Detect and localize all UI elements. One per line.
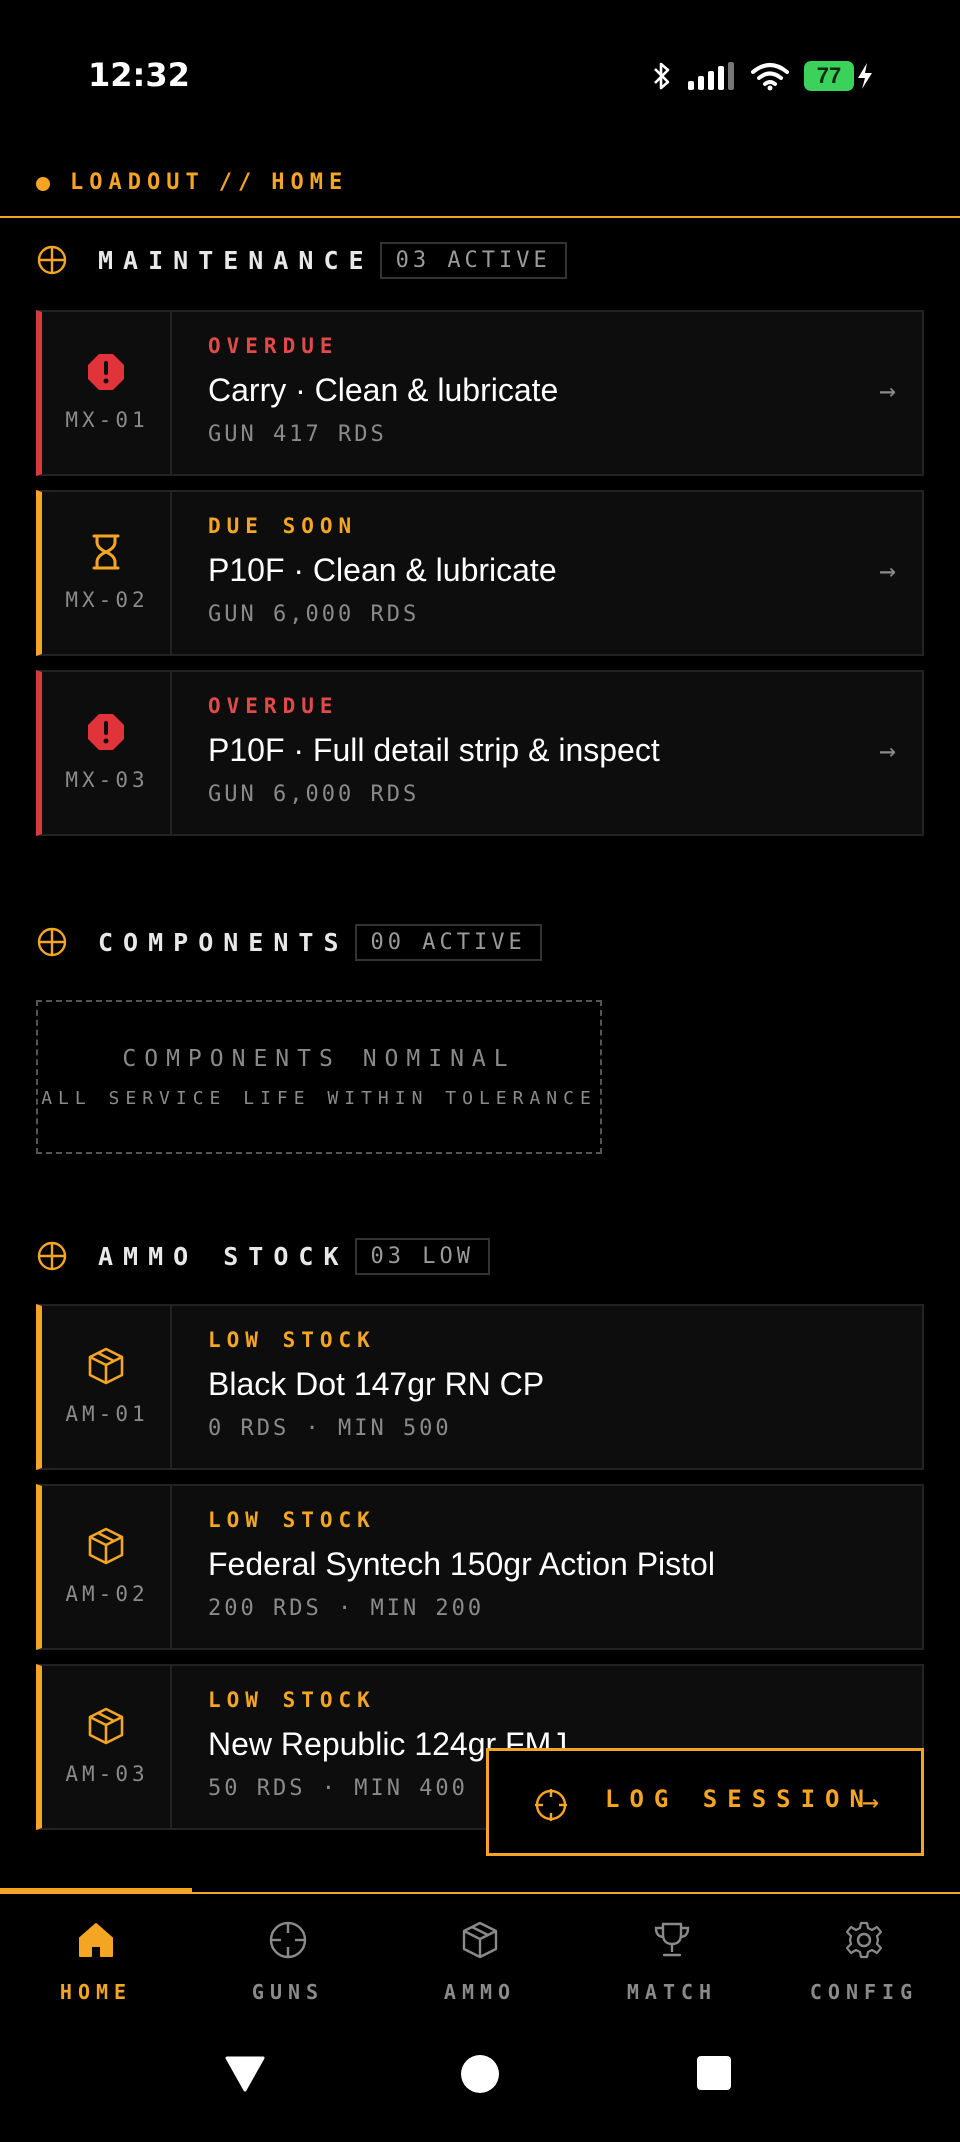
clock: 12:32 xyxy=(88,56,190,94)
nav-tab-home[interactable]: HOME xyxy=(0,1894,192,2024)
breadcrumb-app: LOADOUT xyxy=(70,170,205,195)
card-status: LOW STOCK xyxy=(208,1508,376,1532)
signal-icon xyxy=(688,62,734,90)
alert-octagon-icon xyxy=(88,714,124,750)
card-status: OVERDUE xyxy=(208,334,339,358)
wifi-icon xyxy=(751,63,789,91)
card-id: AM-02 xyxy=(65,1582,149,1606)
breadcrumb: LOADOUT // HOME xyxy=(70,170,348,195)
log-session-button[interactable]: LOG SESSION → xyxy=(486,1748,924,1856)
card-title: Federal Syntech 150gr Action Pistol xyxy=(208,1546,715,1582)
card-title: P10F · Full detail strip & inspect xyxy=(208,732,660,768)
card-meta: 200 RDS · MIN 200 xyxy=(208,1596,485,1621)
card-id: AM-03 xyxy=(65,1762,149,1786)
components-section-header: COMPONENTS 00 ACTIVE xyxy=(36,920,542,964)
card-title: Carry · Clean & lubricate xyxy=(208,372,559,408)
bluetooth-icon xyxy=(654,62,670,90)
card-meta: 50 RDS · MIN 400 xyxy=(208,1776,468,1801)
card-id: MX-02 xyxy=(65,588,149,612)
crosshair-icon xyxy=(37,1241,67,1271)
alert-octagon-icon xyxy=(88,354,124,390)
card-meta: GUN 417 RDS xyxy=(208,422,387,447)
crosshair-icon xyxy=(37,927,67,957)
ammo-card[interactable]: AM-02 LOW STOCK Federal Syntech 150gr Ac… xyxy=(36,1484,924,1650)
section-title-ammo: AMMO STOCK xyxy=(98,1241,349,1271)
box-icon xyxy=(88,1707,124,1745)
card-meta: GUN 6,000 RDS xyxy=(208,602,420,627)
status-icons: 77 xyxy=(652,58,874,94)
section-title-components: COMPONENTS xyxy=(98,927,349,957)
card-title: Black Dot 147gr RN CP xyxy=(208,1366,545,1402)
back-triangle-icon[interactable] xyxy=(224,2054,266,2094)
card-status: OVERDUE xyxy=(208,694,339,718)
card-id: AM-01 xyxy=(65,1402,149,1426)
box-icon xyxy=(88,1347,124,1385)
app-header: LOADOUT // HOME xyxy=(0,170,960,218)
section-badge-ammo: 03 LOW xyxy=(354,1237,490,1275)
nav-tab-match[interactable]: MATCH xyxy=(576,1894,768,2024)
maintenance-card[interactable]: MX-01 OVERDUE Carry · Clean & lubricate … xyxy=(36,310,924,476)
log-session-label: LOG SESSION xyxy=(605,1785,874,1813)
recents-square-icon[interactable] xyxy=(696,2055,732,2091)
nav-tab-config[interactable]: CONFIG xyxy=(768,1894,960,2024)
card-status: LOW STOCK xyxy=(208,1688,376,1712)
card-status: LOW STOCK xyxy=(208,1328,376,1352)
section-title-maintenance: MAINTENANCE xyxy=(98,245,374,275)
ammo-card[interactable]: AM-01 LOW STOCK Black Dot 147gr RN CP 0 … xyxy=(36,1304,924,1470)
card-id-column: MX-01 xyxy=(42,312,172,474)
arrow-right-icon: → xyxy=(879,374,896,407)
arrow-right-icon: → xyxy=(862,1785,879,1818)
nav-tab-ammo[interactable]: AMMO xyxy=(384,1894,576,2024)
card-id-column: MX-03 xyxy=(42,672,172,834)
battery-indicator: 77 xyxy=(804,61,854,91)
arrow-right-icon: → xyxy=(879,734,896,767)
hourglass-icon xyxy=(92,534,120,570)
empty-state-title: COMPONENTS NOMINAL xyxy=(122,1046,516,1072)
breadcrumb-page: HOME xyxy=(271,170,349,195)
card-meta: 0 RDS · MIN 500 xyxy=(208,1416,452,1441)
gear-icon xyxy=(845,1921,883,1959)
home-icon xyxy=(79,1923,113,1957)
components-empty-state: COMPONENTS NOMINAL ALL SERVICE LIFE WITH… xyxy=(36,1000,602,1154)
nav-label: GUNS xyxy=(251,1980,325,2004)
nav-tab-guns[interactable]: GUNS xyxy=(192,1894,384,2024)
card-id-column: AM-01 xyxy=(42,1306,172,1468)
trophy-icon xyxy=(654,1922,690,1957)
maintenance-card[interactable]: MX-03 OVERDUE P10F · Full detail strip &… xyxy=(36,670,924,836)
crosshair-icon xyxy=(269,1921,307,1959)
card-meta: GUN 6,000 RDS xyxy=(208,782,420,807)
header-dot xyxy=(36,177,50,191)
nav-label: CONFIG xyxy=(809,1980,919,2004)
nav-label: MATCH xyxy=(626,1980,718,2004)
card-status: DUE SOON xyxy=(208,514,358,538)
system-navigation-bar xyxy=(0,2040,960,2140)
section-badge-components: 00 ACTIVE xyxy=(354,923,542,961)
crosshair-icon xyxy=(535,1789,567,1821)
nav-label: AMMO xyxy=(443,1980,517,2004)
ammo-section-header: AMMO STOCK 03 LOW xyxy=(36,1234,490,1278)
box-icon xyxy=(88,1527,124,1565)
crosshair-icon xyxy=(37,245,67,275)
card-id: MX-01 xyxy=(65,408,149,432)
charging-bolt-icon xyxy=(858,63,872,89)
card-title: P10F · Clean & lubricate xyxy=(208,552,557,588)
section-badge-maintenance: 03 ACTIVE xyxy=(379,241,567,279)
empty-state-subtitle: ALL SERVICE LIFE WITHIN TOLERANCE xyxy=(41,1088,597,1109)
maintenance-card[interactable]: MX-02 DUE SOON P10F · Clean & lubricate … xyxy=(36,490,924,656)
box-icon xyxy=(462,1921,498,1959)
maintenance-section-header: MAINTENANCE 03 ACTIVE xyxy=(36,238,567,282)
status-bar: 12:32 77 xyxy=(0,0,960,110)
home-circle-icon[interactable] xyxy=(460,2054,500,2094)
nav-label: HOME xyxy=(59,1980,133,2004)
breadcrumb-separator: // xyxy=(218,170,258,195)
bottom-nav: HOME GUNS AMMO MATCH CONFIG xyxy=(0,1888,960,2024)
card-id-column: MX-02 xyxy=(42,492,172,654)
card-id: MX-03 xyxy=(65,768,149,792)
card-id-column: AM-03 xyxy=(42,1666,172,1828)
card-id-column: AM-02 xyxy=(42,1486,172,1648)
arrow-right-icon: → xyxy=(879,554,896,587)
